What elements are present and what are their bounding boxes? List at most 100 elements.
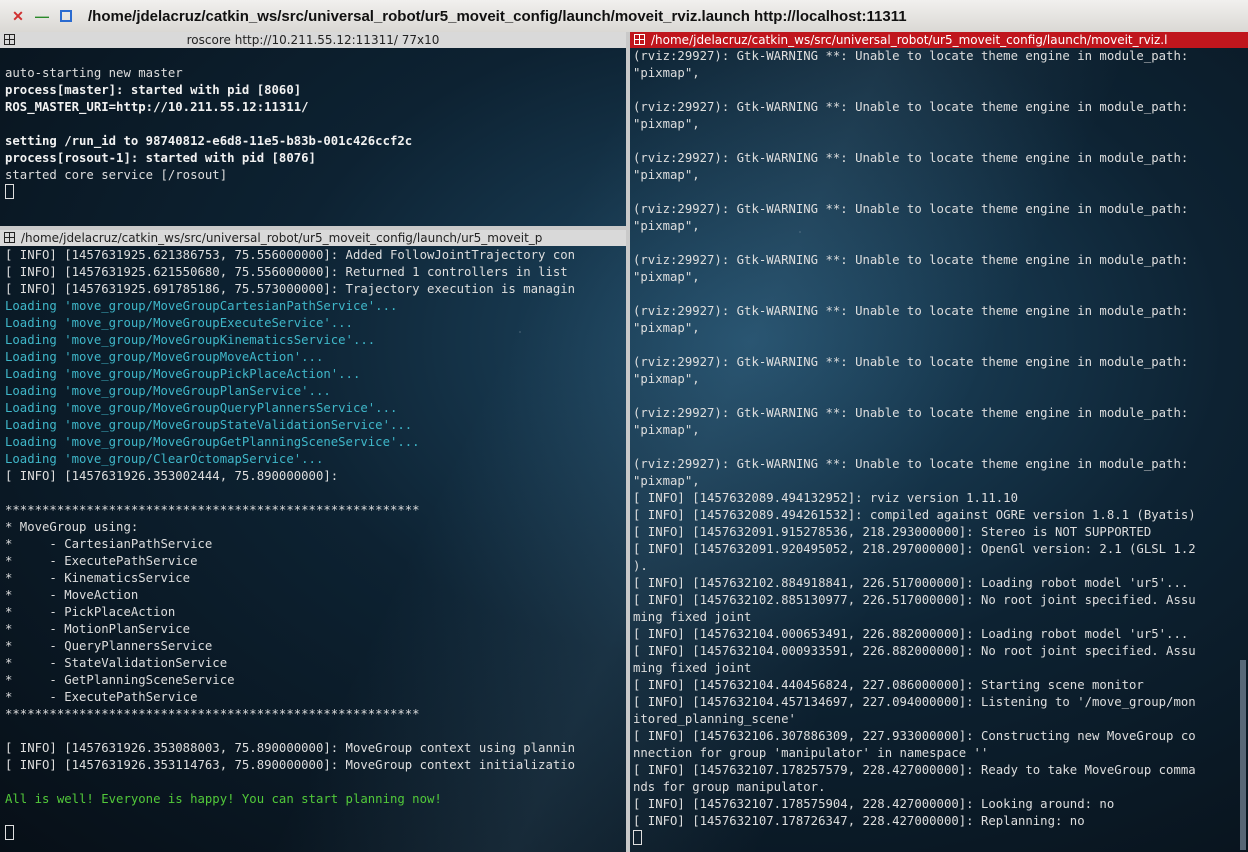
- pane-title: /home/jdelacruz/catkin_ws/src/universal_…: [651, 33, 1168, 47]
- terminal-line: [ INFO] [1457632104.457134697, 227.09400…: [633, 695, 1196, 709]
- pane-titlebar-rviz[interactable]: /home/jdelacruz/catkin_ws/src/universal_…: [630, 32, 1248, 48]
- terminal-line: Loading 'move_group/MoveGroupQueryPlanne…: [5, 401, 398, 415]
- terminal-output[interactable]: (rviz:29927): Gtk-WARNING **: Unable to …: [633, 48, 1248, 852]
- pane-title: roscore http://10.211.55.12:11311/ 77x10: [186, 33, 440, 47]
- pane-titlebar-move-group[interactable]: /home/jdelacruz/catkin_ws/src/universal_…: [0, 230, 626, 246]
- pane-titlebar-roscore[interactable]: roscore http://10.211.55.12:11311/ 77x10: [0, 32, 626, 48]
- terminal-line: "pixmap",: [633, 270, 700, 284]
- terminal-line: [ INFO] [1457632104.000653491, 226.88200…: [633, 627, 1189, 641]
- terminal-line: [ INFO] [1457632089.494132952]: rviz ver…: [633, 491, 1018, 505]
- terminal-line: [ INFO] [1457631925.691785186, 75.573000…: [5, 282, 576, 296]
- terminal-line: * - KinematicsService: [5, 571, 191, 585]
- terminal-line: "pixmap",: [633, 66, 700, 80]
- terminal-line: (rviz:29927): Gtk-WARNING **: Unable to …: [633, 49, 1189, 63]
- terminal-cursor: [5, 184, 14, 199]
- terminal-cursor: [5, 825, 14, 840]
- terminal-line: (rviz:29927): Gtk-WARNING **: Unable to …: [633, 253, 1189, 267]
- terminal-line: [ INFO] [1457631925.621550680, 75.556000…: [5, 265, 568, 279]
- terminal-line: [633, 830, 1248, 847]
- terminal-pane-rviz[interactable]: /home/jdelacruz/catkin_ws/src/universal_…: [630, 32, 1248, 852]
- terminal-line: (rviz:29927): Gtk-WARNING **: Unable to …: [633, 457, 1189, 471]
- terminal-line: Loading 'move_group/MoveGroupPickPlaceAc…: [5, 367, 361, 381]
- window-title: /home/jdelacruz/catkin_ws/src/universal_…: [88, 7, 907, 25]
- terminal-line: (rviz:29927): Gtk-WARNING **: Unable to …: [633, 202, 1189, 216]
- terminal-line: [ INFO] [1457632089.494261532]: compiled…: [633, 508, 1196, 522]
- terminal-line: [ INFO] [1457632107.178575904, 228.42700…: [633, 797, 1115, 811]
- pane-grip-icon[interactable]: [4, 34, 15, 45]
- terminal-line: ****************************************…: [5, 707, 420, 721]
- terminal-line: (rviz:29927): Gtk-WARNING **: Unable to …: [633, 355, 1189, 369]
- terminal-line: * - MotionPlanService: [5, 622, 191, 636]
- terminal-line: Loading 'move_group/MoveGroupKinematicsS…: [5, 333, 376, 347]
- terminal-line: [ INFO] [1457632091.915278536, 218.29300…: [633, 525, 1152, 539]
- terminal-line: [ INFO] [1457631926.353114763, 75.890000…: [5, 758, 576, 772]
- terminal-line: [ INFO] [1457632106.307886309, 227.93300…: [633, 729, 1196, 743]
- terminal-line: [ INFO] [1457632091.920495052, 218.29700…: [633, 542, 1196, 556]
- terminal-line: Loading 'move_group/MoveGroupPlanService…: [5, 384, 331, 398]
- terminal-output[interactable]: [ INFO] [1457631925.621386753, 75.556000…: [5, 247, 626, 852]
- scrollbar[interactable]: [1240, 660, 1246, 850]
- minimize-icon[interactable]: —: [34, 8, 50, 24]
- terminal-pane-roscore[interactable]: roscore http://10.211.55.12:11311/ 77x10…: [0, 32, 626, 226]
- terminal-line: * - StateValidationService: [5, 656, 228, 670]
- terminal-line: auto-starting new master: [5, 66, 183, 80]
- terminal-line: [ INFO] [1457632102.885130977, 226.51700…: [633, 593, 1196, 607]
- terminal-line: [ INFO] [1457632104.000933591, 226.88200…: [633, 644, 1196, 658]
- terminal-line: [ INFO] [1457631926.353002444, 75.890000…: [5, 469, 339, 483]
- terminal-line: * - CartesianPathService: [5, 537, 213, 551]
- terminal-line: * MoveGroup using:: [5, 520, 139, 534]
- terminal-line: (rviz:29927): Gtk-WARNING **: Unable to …: [633, 100, 1189, 114]
- terminal-line: All is well! Everyone is happy! You can …: [5, 792, 442, 806]
- terminal-pane-move-group[interactable]: /home/jdelacruz/catkin_ws/src/universal_…: [0, 230, 626, 852]
- terminal-line: [ INFO] [1457631925.621386753, 75.556000…: [5, 248, 576, 262]
- terminal-line: Loading 'move_group/MoveGroupMoveAction'…: [5, 350, 324, 364]
- maximize-icon[interactable]: [58, 8, 74, 24]
- terminal-line: [ INFO] [1457632102.884918841, 226.51700…: [633, 576, 1189, 590]
- terminal-line: "pixmap",: [633, 117, 700, 131]
- terminal-line: "pixmap",: [633, 219, 700, 233]
- terminal-line: process[master]: started with pid [8060]: [5, 83, 302, 97]
- terminal-line: * - QueryPlannersService: [5, 639, 213, 653]
- terminal-line: "pixmap",: [633, 168, 700, 182]
- terminal-line: "pixmap",: [633, 423, 700, 437]
- terminal-line: [ INFO] [1457632107.178726347, 228.42700…: [633, 814, 1085, 828]
- terminal-line: Loading 'move_group/MoveGroupCartesianPa…: [5, 299, 398, 313]
- terminal-line: [5, 184, 626, 201]
- close-icon[interactable]: ✕: [10, 8, 26, 24]
- terminal-line: "pixmap",: [633, 372, 700, 386]
- terminal-line: ming fixed joint: [633, 661, 752, 675]
- terminal-line: * - ExecutePathService: [5, 690, 198, 704]
- terminal-line: nnection for group 'manipulator' in name…: [633, 746, 989, 760]
- terminal-line: ROS_MASTER_URI=http://10.211.55.12:11311…: [5, 100, 309, 114]
- terminal-line: [ INFO] [1457632107.178257579, 228.42700…: [633, 763, 1196, 777]
- terminal-line: itored_planning_scene': [633, 712, 796, 726]
- pane-grip-icon[interactable]: [634, 34, 645, 45]
- terminal-line: (rviz:29927): Gtk-WARNING **: Unable to …: [633, 151, 1189, 165]
- terminal-line: Loading 'move_group/ClearOctomapService'…: [5, 452, 324, 466]
- terminal-line: * - PickPlaceAction: [5, 605, 176, 619]
- terminal-line: * - GetPlanningSceneService: [5, 673, 235, 687]
- terminal-line: [ INFO] [1457632104.440456824, 227.08600…: [633, 678, 1144, 692]
- terminal-line: (rviz:29927): Gtk-WARNING **: Unable to …: [633, 304, 1189, 318]
- terminal-line: Loading 'move_group/MoveGroupGetPlanning…: [5, 435, 420, 449]
- terminal-output[interactable]: auto-starting new master process[master]:…: [5, 48, 626, 226]
- terminal-line: "pixmap",: [633, 474, 700, 488]
- terminal-cursor: [633, 830, 642, 845]
- pane-grip-icon[interactable]: [4, 232, 15, 243]
- pane-title: /home/jdelacruz/catkin_ws/src/universal_…: [21, 231, 543, 245]
- terminal-line: (rviz:29927): Gtk-WARNING **: Unable to …: [633, 406, 1189, 420]
